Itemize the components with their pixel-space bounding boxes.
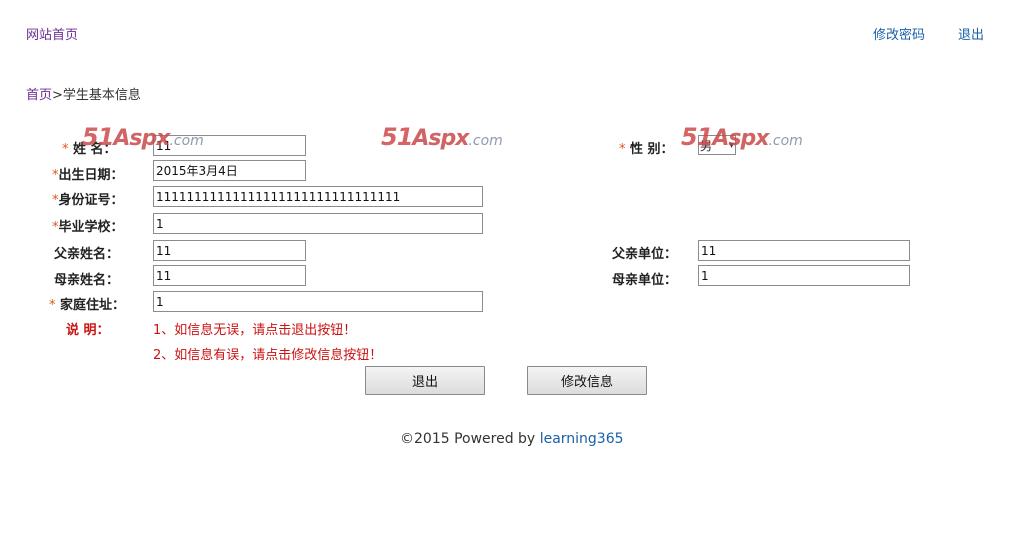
footer: ©2015 Powered by learning365: [400, 431, 624, 447]
school-field[interactable]: [153, 213, 483, 234]
id-number-label: *身份证号：: [52, 193, 124, 208]
exit-button[interactable]: 退出: [365, 366, 485, 395]
breadcrumb-home-link[interactable]: 首页: [26, 88, 52, 103]
required-mark: *: [62, 142, 69, 157]
father-work-field[interactable]: [698, 240, 910, 261]
change-password-link[interactable]: 修改密码: [873, 24, 925, 43]
breadcrumb-current: 学生基本信息: [62, 88, 141, 103]
notes-line-1: 1、如信息无误，请点击退出按钮！: [153, 323, 357, 338]
breadcrumb: 首页>学生基本信息: [26, 84, 141, 103]
required-mark: *: [49, 298, 56, 313]
edit-info-button[interactable]: 修改信息: [527, 366, 647, 395]
logout-link[interactable]: 退出: [958, 24, 984, 43]
chevron-down-icon: ▾: [728, 139, 734, 151]
father-name-label: 父亲姓名：: [54, 247, 120, 262]
mother-name-label: 母亲姓名：: [54, 273, 120, 288]
address-field[interactable]: [153, 291, 483, 312]
footer-link[interactable]: learning365: [540, 431, 624, 447]
birth-date-label: *出生日期：: [52, 168, 124, 183]
gender-select[interactable]: 男 ▾: [698, 135, 736, 155]
required-mark: *: [619, 142, 626, 157]
father-work-label: 父亲单位：: [612, 247, 678, 262]
father-name-field[interactable]: [153, 240, 306, 261]
mother-work-field[interactable]: [698, 265, 910, 286]
id-number-field[interactable]: [153, 186, 483, 207]
notes-line-2: 2、如信息有误，请点击修改信息按钮！: [153, 348, 383, 363]
breadcrumb-separator: >: [52, 88, 63, 103]
mother-work-label: 母亲单位：: [612, 273, 678, 288]
school-label: *毕业学校：: [52, 220, 124, 235]
name-label: * 姓 名：: [62, 142, 117, 157]
birth-date-field[interactable]: [153, 160, 306, 181]
name-field[interactable]: [153, 135, 306, 156]
footer-text: ©2015 Powered by: [400, 431, 536, 447]
mother-name-field[interactable]: [153, 265, 306, 286]
gender-label: * 性 别：: [619, 142, 674, 157]
notes-label: 说 明：: [66, 323, 110, 338]
address-label: * 家庭住址：: [49, 298, 126, 313]
watermark-logo: 51Aspx.com: [381, 123, 503, 151]
site-home-link[interactable]: 网站首页: [26, 24, 78, 43]
